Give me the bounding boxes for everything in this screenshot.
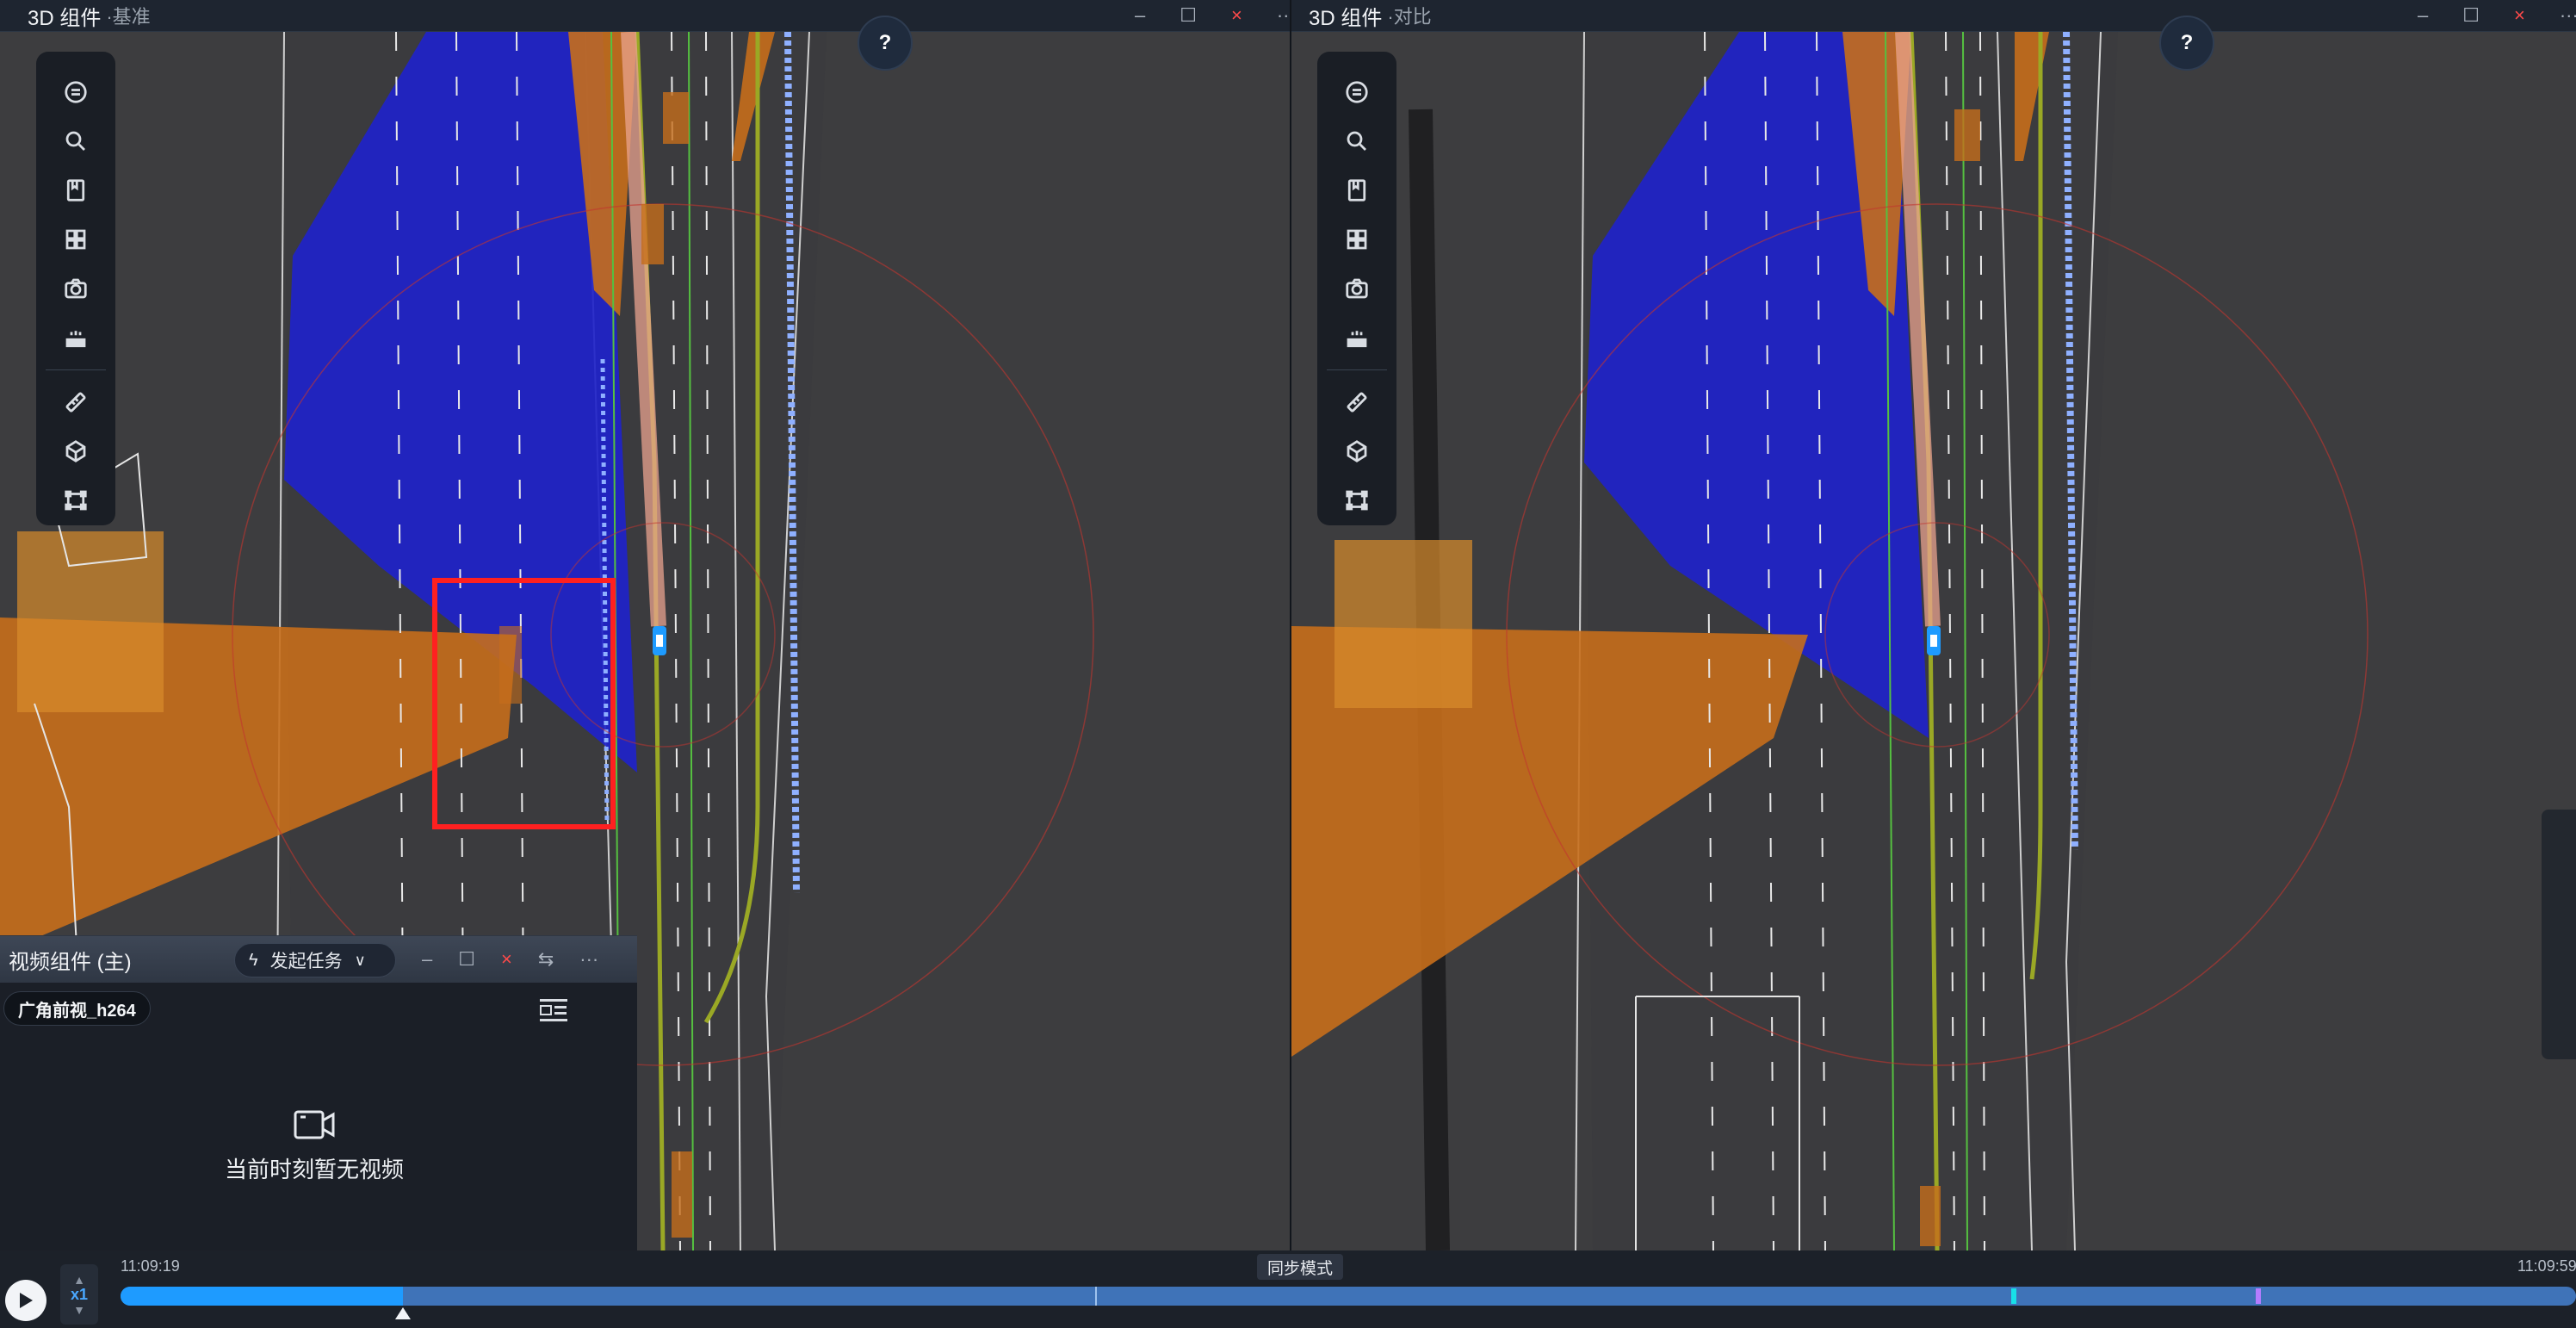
menu-icon[interactable] (57, 73, 95, 110)
play-icon (20, 1293, 33, 1308)
close-button[interactable]: × (2514, 4, 2525, 27)
grid-icon[interactable] (1338, 221, 1376, 258)
more-button[interactable]: ··· (579, 948, 598, 971)
video-title: 视频组件 (主) (9, 950, 132, 974)
3d-component-compare-panel: 3D 组件 ·对比 – ☐ × ··· ? (1291, 0, 2576, 1250)
maximize-button[interactable]: ☐ (1180, 4, 1197, 27)
maximize-button[interactable]: ☐ (458, 948, 475, 971)
timeline-progress (121, 1287, 403, 1306)
camera-icon[interactable] (1338, 270, 1376, 307)
start-time: 11:09:19 (121, 1257, 180, 1275)
maximize-button[interactable]: ☐ (2462, 4, 2480, 27)
ruler-icon[interactable] (57, 383, 95, 420)
title-bar: 3D 组件 ·基准 – ☐ × ··· (0, 0, 1290, 32)
panel-subtitle: ·对比 (1387, 6, 1432, 28)
toolbar-divider (1327, 369, 1387, 371)
timeline-track[interactable] (121, 1287, 2576, 1306)
3d-scene-compare[interactable] (1291, 32, 2576, 1250)
layout-icon[interactable] (539, 998, 568, 1022)
chevron-down-icon[interactable]: ▼ (73, 1304, 85, 1316)
close-button[interactable]: × (501, 948, 512, 971)
search-icon[interactable] (1338, 122, 1376, 159)
cube-icon[interactable] (1338, 433, 1376, 470)
no-video-message: 当前时刻暂无视频 (224, 1157, 404, 1182)
scene-toolbar (36, 52, 115, 525)
weather-icon[interactable] (1338, 320, 1376, 357)
no-video-placeholder: 当前时刻暂无视频 (0, 1108, 629, 1184)
panel-title: 3D 组件 (1309, 6, 1383, 30)
toolbar-divider (46, 369, 106, 371)
bounding-box-icon[interactable] (1338, 482, 1376, 519)
cube-icon[interactable] (57, 433, 95, 470)
grid-icon[interactable] (57, 221, 95, 258)
chevron-up-icon[interactable]: ▲ (73, 1274, 85, 1286)
help-button[interactable]: ? (2159, 16, 2214, 71)
weather-icon[interactable] (57, 320, 95, 357)
bounding-box-icon[interactable] (57, 482, 95, 519)
ruler-icon[interactable] (1338, 383, 1376, 420)
speed-label: x1 (70, 1285, 89, 1303)
minimize-button[interactable]: – (422, 948, 432, 971)
video-header: 视频组件 (主) ϟ 发起任务 ∨ – ☐ × ⇆ ··· (0, 936, 637, 983)
title-bar: 3D 组件 ·对比 – ☐ × ··· (1291, 0, 2576, 32)
panel-title: 3D 组件 (28, 6, 102, 30)
panel-subtitle: ·基准 (106, 6, 151, 28)
search-icon[interactable] (57, 122, 95, 159)
event-marker[interactable] (2011, 1288, 2016, 1304)
start-task-label: 发起任务 (269, 952, 343, 971)
close-button[interactable]: × (1231, 4, 1242, 27)
menu-icon[interactable] (1338, 73, 1376, 110)
chevron-down-icon: ∨ (354, 951, 366, 969)
playback-timeline: ▲ x1 ▼ 11:09:19 同步模式 11:09:59 (0, 1250, 2576, 1328)
bookmark-icon[interactable] (57, 171, 95, 208)
speed-selector[interactable]: ▲ x1 ▼ (60, 1264, 98, 1325)
start-task-button[interactable]: ϟ 发起任务 ∨ (234, 943, 396, 977)
more-button[interactable]: ··· (2560, 4, 2576, 27)
playhead[interactable] (395, 1307, 411, 1319)
video-component: 视频组件 (主) ϟ 发起任务 ∨ – ☐ × ⇆ ··· 广角前视_h264 (0, 935, 637, 1250)
scene-toolbar (1317, 52, 1396, 525)
3d-component-baseline-panel: 3D 组件 ·基准 – ☐ × ··· ? 视频组件 (主) ϟ 发起任务 ∨ (0, 0, 1291, 1250)
play-button[interactable] (5, 1280, 46, 1321)
minimize-button[interactable]: – (1135, 4, 1145, 27)
event-marker[interactable] (2256, 1288, 2261, 1304)
video-camera-icon (294, 1110, 335, 1139)
camera-selector[interactable]: 广角前视_h264 (3, 991, 151, 1026)
bookmark-icon[interactable] (1338, 171, 1376, 208)
camera-icon[interactable] (57, 270, 95, 307)
minimize-button[interactable]: – (2418, 4, 2428, 27)
side-panel-edge[interactable] (2542, 810, 2576, 1059)
lightning-icon: ϟ (249, 950, 258, 970)
swap-button[interactable]: ⇆ (538, 948, 554, 971)
more-button[interactable]: ··· (1277, 4, 1290, 27)
end-time: 11:09:59 (2517, 1257, 2576, 1275)
help-button[interactable]: ? (858, 16, 913, 71)
sync-mode-label[interactable]: 同步模式 (1257, 1254, 1344, 1280)
sync-marker (1095, 1287, 1097, 1306)
